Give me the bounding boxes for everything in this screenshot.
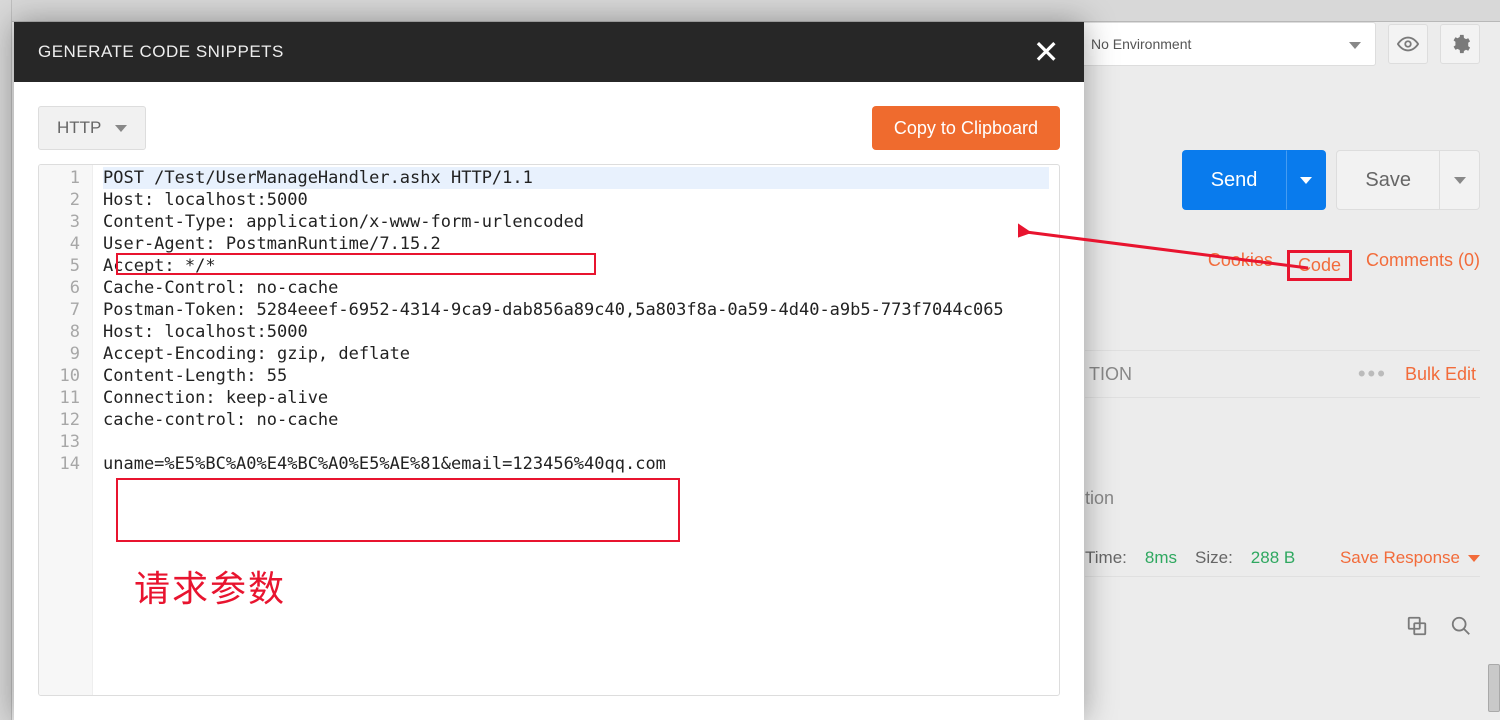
section-header: TION ••• Bulk Edit bbox=[1085, 350, 1480, 398]
code-lines: POST /Test/UserManageHandler.ashx HTTP/1… bbox=[93, 165, 1059, 695]
copy-icon[interactable] bbox=[1406, 615, 1428, 637]
save-button[interactable]: Save bbox=[1336, 150, 1440, 210]
language-select[interactable]: HTTP bbox=[38, 106, 146, 150]
code-link[interactable]: Code bbox=[1287, 250, 1352, 281]
code-line: Accept: */* bbox=[103, 255, 1049, 277]
code-line: Content-Length: 55 bbox=[103, 365, 1049, 387]
send-button[interactable]: Send bbox=[1182, 150, 1287, 210]
send-dropdown[interactable] bbox=[1286, 150, 1326, 210]
copy-to-clipboard-button[interactable]: Copy to Clipboard bbox=[872, 106, 1060, 150]
code-line: uname=%E5%BC%A0%E4%BC%A0%E5%AE%81&email=… bbox=[103, 453, 1049, 475]
more-actions-icon[interactable]: ••• bbox=[1358, 361, 1387, 387]
eye-icon bbox=[1397, 33, 1419, 55]
code-line: Accept-Encoding: gzip, deflate bbox=[103, 343, 1049, 365]
code-line: POST /Test/UserManageHandler.ashx HTTP/1… bbox=[103, 167, 1049, 189]
modal-toolbar: HTTP Copy to Clipboard bbox=[14, 82, 1084, 150]
environment-select[interactable]: No Environment bbox=[1076, 22, 1376, 66]
gear-icon bbox=[1449, 33, 1471, 55]
bulk-edit-link[interactable]: Bulk Edit bbox=[1405, 364, 1476, 385]
links-row: Cookies Code Comments (0) bbox=[1208, 250, 1480, 281]
environment-quicklook-button[interactable] bbox=[1388, 24, 1428, 64]
code-line: User-Agent: PostmanRuntime/7.15.2 bbox=[103, 233, 1049, 255]
request-action-row: Send Save bbox=[1182, 150, 1480, 210]
code-line: Cache-Control: no-cache bbox=[103, 277, 1049, 299]
code-line: Postman-Token: 5284eeef-6952-4314-9ca9-d… bbox=[103, 299, 1049, 321]
table-row-fragment: tion bbox=[1085, 488, 1114, 509]
size-value: 288 B bbox=[1251, 548, 1295, 568]
code-line: Host: localhost:5000 bbox=[103, 189, 1049, 211]
chevron-down-icon bbox=[1300, 177, 1312, 184]
modal-header: GENERATE CODE SNIPPETS ✕ bbox=[14, 22, 1084, 82]
chevron-down-icon bbox=[1454, 177, 1466, 184]
code-line: Connection: keep-alive bbox=[103, 387, 1049, 409]
modal-title: GENERATE CODE SNIPPETS bbox=[38, 42, 284, 62]
send-group: Send bbox=[1182, 150, 1327, 210]
chevron-down-icon bbox=[1349, 36, 1361, 52]
environment-label: No Environment bbox=[1091, 36, 1191, 52]
save-response-label: Save Response bbox=[1340, 548, 1460, 568]
section-title-fragment: TION bbox=[1089, 364, 1132, 385]
settings-button[interactable] bbox=[1440, 24, 1480, 64]
cookies-link[interactable]: Cookies bbox=[1208, 250, 1273, 281]
comments-link[interactable]: Comments (0) bbox=[1366, 250, 1480, 281]
save-dropdown[interactable] bbox=[1440, 150, 1480, 210]
generate-code-modal: GENERATE CODE SNIPPETS ✕ HTTP Copy to Cl… bbox=[14, 22, 1084, 720]
window-titlebar bbox=[0, 0, 1500, 22]
response-status-row: Time: 8ms Size: 288 B Save Response bbox=[1085, 548, 1480, 577]
code-line: Content-Type: application/x-www-form-url… bbox=[103, 211, 1049, 233]
chevron-down-icon bbox=[115, 125, 127, 132]
line-number-gutter: 1234567891011121314 bbox=[39, 165, 93, 695]
copy-label: Copy to Clipboard bbox=[894, 118, 1038, 139]
code-snippet-box[interactable]: 1234567891011121314 POST /Test/UserManag… bbox=[38, 164, 1060, 696]
language-label: HTTP bbox=[57, 118, 101, 138]
save-response-button[interactable]: Save Response bbox=[1340, 548, 1480, 568]
left-scrollbar[interactable] bbox=[0, 0, 12, 720]
close-icon[interactable]: ✕ bbox=[1033, 36, 1060, 68]
save-group: Save bbox=[1336, 150, 1480, 210]
code-line bbox=[103, 431, 1049, 453]
size-label: Size: bbox=[1195, 548, 1233, 568]
chevron-down-icon bbox=[1468, 555, 1480, 562]
environment-row: No Environment bbox=[1076, 22, 1480, 66]
search-icon[interactable] bbox=[1450, 615, 1472, 637]
save-label: Save bbox=[1365, 169, 1411, 192]
response-footer-icons bbox=[1406, 615, 1472, 637]
right-scrollbar[interactable] bbox=[1488, 0, 1500, 720]
send-label: Send bbox=[1211, 169, 1258, 192]
code-line: Host: localhost:5000 bbox=[103, 321, 1049, 343]
time-label: Time: bbox=[1085, 548, 1127, 568]
time-value: 8ms bbox=[1145, 548, 1177, 568]
code-line: cache-control: no-cache bbox=[103, 409, 1049, 431]
